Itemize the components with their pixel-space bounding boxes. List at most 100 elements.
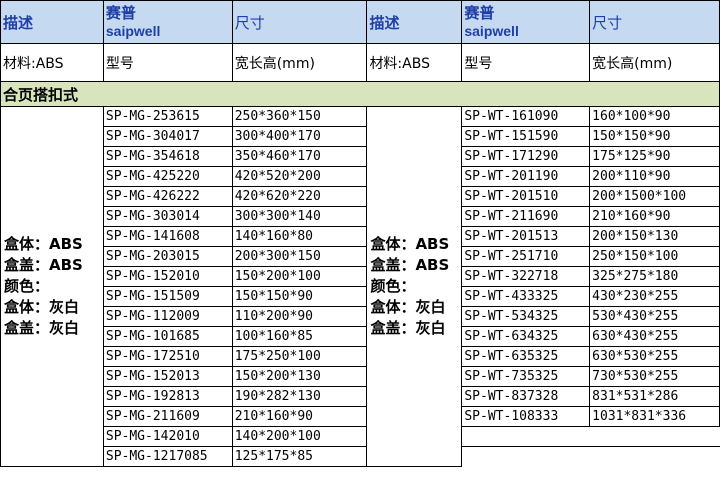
header-desc-cell-right: 描述: [366, 0, 463, 44]
right-model-cell: SP-WT-433325: [461, 286, 591, 307]
right-size-cell: 210*160*90: [589, 206, 720, 227]
description-line: 盒体：灰白: [370, 298, 446, 316]
right-model-cell: SP-WT-151590: [461, 126, 591, 147]
right-model-cell: SP-WT-735325: [461, 366, 591, 387]
right-size-cell: 430*230*255: [589, 286, 720, 307]
right-model-cell: [461, 426, 590, 447]
left-size-cell: 100*160*85: [231, 326, 368, 347]
table-row: SP-MG-211609 210*160*90 SP-WT-108333 1031*8…: [1, 406, 720, 427]
right-model-cell: SP-WT-201190: [461, 166, 591, 187]
table-row: SP-MG-354618 350*460*170 SP-WT-171290 175*1…: [1, 146, 720, 167]
right-size-cell: 325*275*180: [589, 266, 720, 287]
left-model-cell: SP-MG-101685: [102, 326, 233, 347]
model-cell: 型号: [102, 43, 233, 82]
table-row: SP-MG-101685 100*160*85 SP-WT-634325 630*43…: [1, 326, 720, 347]
product-table: 描述 赛普 saipwell 尺寸 描述 赛普 saipwell 尺寸 材料:A…: [0, 0, 720, 467]
right-size-cell: 630*530*255: [589, 346, 720, 367]
table-row: SP-MG-425220 420*520*200 SP-WT-201190 200*1…: [1, 166, 720, 187]
left-model-cell: SP-MG-304017: [102, 126, 233, 147]
table-row: SP-MG-192813 190*282*130 SP-WT-837328 831*5…: [1, 386, 720, 407]
left-model-cell: SP-MG-112009: [102, 306, 233, 327]
left-model-cell: SP-MG-142010: [102, 426, 233, 447]
left-model-cell: SP-MG-253615: [102, 106, 233, 127]
right-model-cell: SP-WT-534325: [461, 306, 591, 327]
description-line: 盒体：灰白: [4, 298, 80, 316]
left-model-cell: SP-MG-426222: [102, 186, 233, 207]
table-row: SP-MG-141608 140*160*80 SP-WT-201513 200*15…: [1, 226, 720, 247]
left-size-cell: 300*300*140: [231, 206, 368, 227]
description-line: 盒盖：ABS: [4, 256, 83, 274]
right-model-cell: SP-WT-211690: [461, 206, 591, 227]
right-model-cell: [461, 446, 590, 467]
left-size-cell: 420*620*220: [231, 186, 368, 207]
dims-cell: 宽长高(mm): [231, 43, 368, 82]
header-desc-cell: 描述: [0, 0, 104, 44]
left-model-cell: SP-MG-303014: [102, 206, 233, 227]
description-cell-right: 盒体：ABS 盒盖：ABS 颜色： 盒体：灰白盒盖：灰白: [366, 106, 463, 467]
header-brand-en-right: saipwell: [464, 23, 519, 39]
table-row: SP-MG-304017 300*400*170 SP-WT-151590 150*1…: [1, 126, 720, 147]
description-cell: 盒体：ABS 盒盖：ABS 颜色： 盒体：灰白 盒盖：灰白: [0, 106, 104, 467]
right-size-cell: 160*100*90: [589, 106, 720, 127]
right-size-cell: [589, 426, 720, 447]
table-row: SP-MG-152013 150*200*130 SP-WT-735325 730*5…: [1, 366, 720, 387]
right-size-cell: 200*1500*100: [589, 186, 720, 207]
right-model-cell: SP-WT-837328: [461, 386, 591, 407]
description-line: 颜色：: [4, 277, 50, 295]
table-row: SP-MG-151509 150*150*90 SP-WT-433325 430*23…: [1, 286, 720, 307]
left-size-cell: 250*360*150: [231, 106, 368, 127]
left-model-cell: SP-MG-211609: [102, 406, 233, 427]
header-size-cell-right: 尺寸: [589, 0, 720, 44]
right-size-cell: 630*430*255: [589, 326, 720, 347]
header-size-label: 尺寸: [234, 13, 265, 32]
description-line: 盒盖：ABS: [370, 256, 450, 274]
right-model-cell: SP-WT-171290: [461, 146, 591, 167]
right-model-cell: SP-WT-201510: [461, 186, 591, 207]
right-size-cell: 150*150*90: [589, 126, 720, 147]
left-size-cell: 420*520*200: [231, 166, 368, 187]
right-model-cell: SP-WT-201513: [461, 226, 591, 247]
left-size-cell: 175*250*100: [231, 346, 368, 367]
left-model-cell: SP-MG-152010: [102, 266, 233, 287]
table-row: 盒体：ABS 盒盖：ABS 颜色： 盒体：灰白 盒盖：灰白 SP-MG-253615 250…: [0, 106, 720, 467]
header-desc-label-right: 描述: [369, 13, 400, 32]
table-row: SP-MG-112009 110*200*90 SP-WT-534325 530*43…: [1, 306, 720, 327]
description-line: 盒体：ABS: [370, 235, 450, 253]
right-model-cell: SP-WT-251710: [461, 246, 591, 267]
header-brand-cn: 赛普: [105, 4, 136, 22]
left-size-cell: 150*200*130: [231, 366, 368, 387]
right-size-cell: 175*125*90: [589, 146, 720, 167]
left-size-cell: 350*460*170: [231, 146, 368, 167]
left-model-cell: SP-MG-151509: [102, 286, 233, 307]
left-model-cell: SP-MG-152013: [102, 366, 233, 387]
description-line: 盒盖：灰白: [4, 319, 80, 337]
right-size-cell: 250*150*100: [589, 246, 720, 267]
right-size-cell: 1031*831*336: [589, 406, 720, 427]
left-model-cell: SP-MG-425220: [102, 166, 233, 187]
right-model-cell: SP-WT-634325: [461, 326, 591, 347]
left-model-cell: SP-MG-354618: [102, 146, 233, 167]
left-model-cell: SP-MG-1217085: [102, 446, 233, 467]
left-size-cell: 110*200*90: [231, 306, 368, 327]
table-row: SP-MG-203015 200*300*150 SP-WT-251710 250*1…: [1, 246, 720, 267]
subheader-row: 材料:ABS 型号 宽长高(mm) 材料:ABS 型号 宽长高(mm): [0, 43, 720, 82]
left-model-cell: SP-MG-172510: [102, 346, 233, 367]
header-desc-label: 描述: [3, 13, 34, 32]
right-size-cell: [589, 446, 720, 467]
left-model-cell: SP-MG-192813: [102, 386, 233, 407]
right-size-cell: 200*150*130: [589, 226, 720, 247]
header-brand-cell-right: 赛普 saipwell: [461, 0, 591, 44]
table-row: SP-MG-303014 300*300*140 SP-WT-211690 210*1…: [1, 206, 720, 227]
right-model-cell: SP-WT-161090: [461, 106, 591, 127]
header-brand-cell: 赛普 saipwell: [102, 0, 233, 44]
description-line: 颜色：: [370, 277, 416, 295]
table-row: SP-MG-142010 140*200*100: [1, 426, 720, 447]
header-size-cell: 尺寸: [231, 0, 368, 44]
header-row: 描述 赛普 saipwell 尺寸 描述 赛普 saipwell 尺寸: [0, 0, 720, 44]
left-size-cell: 210*160*90: [231, 406, 368, 427]
header-brand-en: saipwell: [105, 23, 161, 39]
left-size-cell: 190*282*130: [231, 386, 368, 407]
right-model-cell: SP-WT-322718: [461, 266, 591, 287]
left-size-cell: 200*300*150: [231, 246, 368, 267]
description-line: 盒盖：灰白: [370, 319, 446, 337]
